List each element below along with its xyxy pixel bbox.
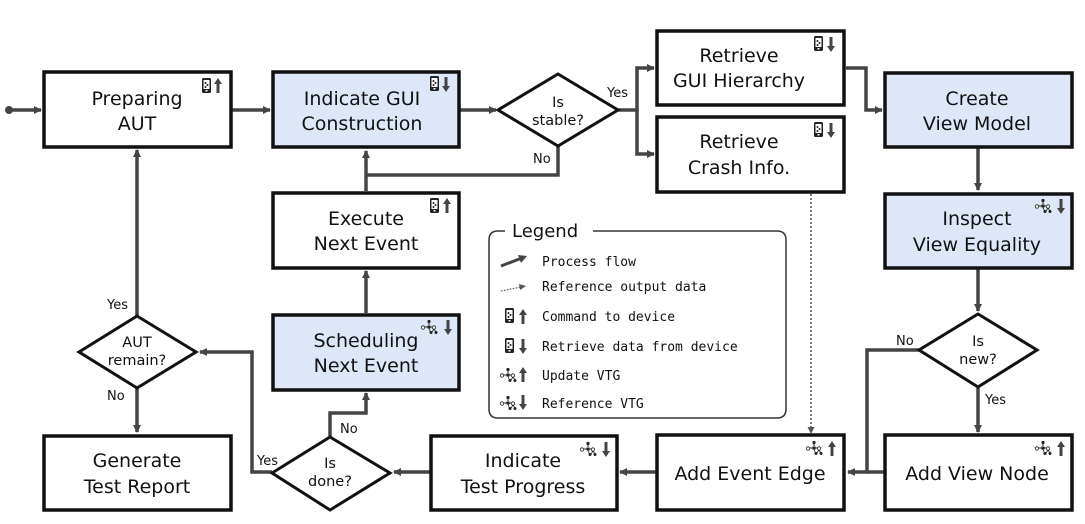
- device-icon: [430, 198, 439, 213]
- edge-retrieve-gui-to-create-view-model: [846, 66, 883, 114]
- decision-label: done?: [308, 474, 352, 490]
- decision-label: AUT: [122, 335, 152, 351]
- node-label: Create: [945, 88, 1008, 110]
- legend-title: Legend: [512, 221, 578, 242]
- legend-label: Command to device: [542, 310, 675, 325]
- decision-label: remain?: [108, 353, 167, 369]
- node-label: AUT: [118, 113, 157, 135]
- node-generate-test-report: Generate Test Report: [42, 434, 233, 512]
- node-indicate-test-progress: Indicate Test Progress: [429, 434, 619, 512]
- node-add-event-edge: Add Event Edge: [655, 433, 846, 512]
- node-label: Preparing: [91, 88, 182, 110]
- device-icon: [505, 338, 514, 353]
- legend: Legend Process flow Reference output dat…: [488, 221, 787, 419]
- device-icon: [814, 122, 823, 137]
- node-label: Retrieve: [699, 131, 778, 153]
- decision-label: Is: [324, 456, 336, 472]
- no-label: No: [896, 334, 914, 349]
- decision-is-new: Is new? Yes No: [896, 312, 1040, 408]
- legend-label: Update VTG: [542, 369, 620, 384]
- node-label: Add View Node: [905, 463, 1049, 485]
- no-label: No: [533, 152, 551, 167]
- no-label: No: [340, 422, 358, 437]
- decision-label: Is: [972, 334, 984, 350]
- legend-label: Process flow: [542, 255, 636, 270]
- node-label: Construction: [302, 113, 423, 135]
- node-label: Crash Info.: [688, 157, 790, 179]
- node-label: Next Event: [314, 355, 419, 377]
- node-retrieve-gui-hierarchy: Retrieve GUI Hierarchy: [655, 29, 846, 107]
- legend-label: Reference VTG: [542, 397, 644, 412]
- edge-is-stable-yes-crash: [635, 110, 655, 158]
- decision-label: stable?: [532, 113, 584, 129]
- node-label: Add Event Edge: [674, 463, 825, 485]
- node-label: Test Progress: [460, 476, 586, 498]
- device-icon: [202, 78, 211, 93]
- no-label: No: [107, 389, 125, 404]
- node-retrieve-crash-info: Retrieve Crash Info.: [655, 115, 846, 194]
- node-inspect-view-equality: Inspect View Equality: [883, 192, 1074, 270]
- node-add-view-node: Add View Node: [883, 433, 1074, 512]
- device-icon: [814, 36, 823, 51]
- node-label: Retrieve: [699, 45, 778, 67]
- node-create-view-model: Create View Model: [883, 71, 1074, 149]
- node-execute-next-event: Execute Next Event: [271, 191, 461, 270]
- node-label: GUI Hierarchy: [673, 70, 805, 92]
- yes-label: Yes: [106, 298, 128, 313]
- node-indicate-gui-construction: Indicate GUI Construction: [271, 70, 461, 149]
- node-label: Indicate GUI: [304, 88, 421, 110]
- node-label: View Equality: [913, 234, 1041, 256]
- legend-label: Retrieve data from device: [542, 340, 738, 355]
- yes-label: Yes: [256, 454, 278, 469]
- node-label: Next Event: [314, 233, 419, 255]
- node-label: Test Report: [83, 476, 190, 498]
- device-icon: [505, 308, 514, 323]
- node-label: Generate: [93, 450, 182, 472]
- decision-label: new?: [959, 352, 997, 368]
- node-label: View Model: [923, 113, 1031, 135]
- legend-label: Reference output data: [542, 280, 706, 295]
- yes-label: Yes: [606, 86, 628, 101]
- decision-is-done: Is done? Yes No: [256, 422, 393, 512]
- node-preparing-aut: Preparing AUT: [42, 70, 233, 149]
- node-label: Indicate: [485, 450, 561, 472]
- node-scheduling-next-event: Scheduling Next Event: [271, 313, 461, 392]
- decision-label: Is: [552, 95, 564, 111]
- node-label: Inspect: [942, 208, 1011, 230]
- flowchart: Preparing AUT Indicate GUI Construction …: [5, 29, 1074, 512]
- node-label: Scheduling: [313, 330, 418, 352]
- yes-label: Yes: [984, 393, 1006, 408]
- edge-is-stable-no: [366, 146, 560, 177]
- decision-is-stable: Is stable? Yes No: [495, 72, 628, 167]
- device-icon: [430, 76, 439, 91]
- node-label: Execute: [328, 208, 404, 230]
